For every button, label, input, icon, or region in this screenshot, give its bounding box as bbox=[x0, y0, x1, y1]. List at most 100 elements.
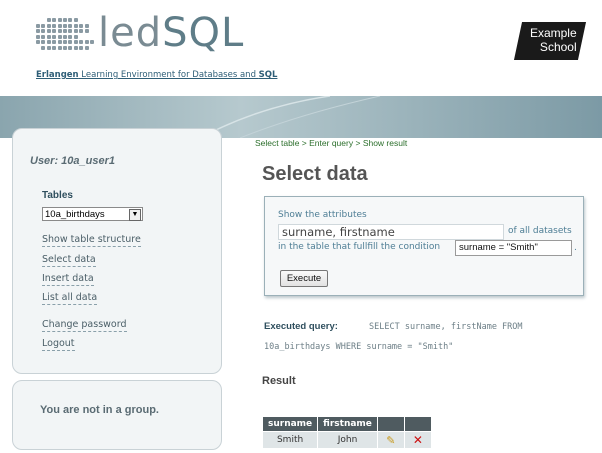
column-header: surname bbox=[261, 416, 319, 432]
column-header-delete bbox=[403, 416, 432, 432]
tagline-sql: SQL bbox=[258, 70, 278, 80]
sidebar-item-select-data[interactable]: Select data bbox=[42, 254, 96, 267]
logo-dot bbox=[52, 34, 57, 39]
delete-x-icon[interactable]: ✕ bbox=[413, 433, 423, 447]
logo: ledSQL bbox=[98, 10, 244, 56]
table-select[interactable]: 10a_birthdays ▼ bbox=[42, 207, 143, 221]
logo-dot bbox=[46, 23, 51, 28]
logo-dot bbox=[57, 23, 62, 28]
result-heading: Result bbox=[262, 375, 296, 387]
sidebar-item-insert-data[interactable]: Insert data bbox=[42, 273, 94, 286]
logo-dot bbox=[52, 29, 57, 34]
result-table: surname firstname Smith John ✎ ✕ bbox=[261, 416, 432, 449]
logo-dot bbox=[73, 34, 78, 39]
page-title: Select data bbox=[262, 163, 368, 185]
logo-dot bbox=[57, 40, 62, 45]
logo-dot bbox=[46, 46, 51, 50]
logo-dot bbox=[63, 40, 67, 45]
logo-grid-icon bbox=[36, 18, 94, 52]
school-line2: School bbox=[539, 40, 577, 54]
logo-dot bbox=[41, 23, 46, 28]
logo-dot bbox=[68, 23, 73, 28]
executed-query-line2: 10a_birthdays WHERE surname = "Smith" bbox=[264, 342, 454, 352]
logo-dot bbox=[36, 34, 40, 39]
logo-dot bbox=[41, 40, 46, 45]
of-all-datasets-label: of all datasets bbox=[508, 226, 572, 236]
execute-button[interactable]: Execute bbox=[280, 270, 328, 287]
logo-dot bbox=[90, 40, 94, 45]
logo-dot bbox=[46, 40, 51, 45]
logo-dot bbox=[36, 23, 40, 28]
breadcrumb-separator: > bbox=[301, 138, 307, 148]
logo-dot bbox=[52, 40, 57, 45]
breadcrumb-step-enter-query[interactable]: Enter query bbox=[309, 138, 353, 148]
attributes-input[interactable]: surname, firstname bbox=[278, 224, 504, 240]
logo-dot bbox=[41, 29, 46, 34]
breadcrumb-separator: > bbox=[355, 138, 361, 148]
logo-dot bbox=[84, 29, 89, 34]
pencil-icon[interactable]: ✎ bbox=[386, 434, 395, 447]
logo-dot bbox=[52, 23, 57, 28]
chevron-down-icon[interactable]: ▼ bbox=[129, 209, 141, 221]
cell-firstname: John bbox=[317, 431, 378, 449]
logo-dot bbox=[52, 46, 57, 50]
logo-dot bbox=[73, 18, 78, 22]
table-header-row: surname firstname bbox=[261, 416, 432, 432]
logo-dot bbox=[63, 23, 67, 28]
delete-cell: ✕ bbox=[403, 431, 432, 449]
logo-dot bbox=[84, 46, 89, 50]
sidebar-item-show-structure[interactable]: Show table structure bbox=[42, 234, 141, 247]
logo-dot bbox=[41, 34, 46, 39]
logo-dot bbox=[46, 34, 51, 39]
logo-dot bbox=[36, 29, 40, 34]
logo-dot bbox=[84, 40, 89, 45]
logo-dot bbox=[36, 40, 40, 45]
logo-dot bbox=[79, 46, 84, 50]
school-badge: Example School bbox=[513, 22, 587, 60]
breadcrumb-step-show-result[interactable]: Show result bbox=[363, 138, 407, 148]
condition-end: . bbox=[574, 243, 577, 253]
show-attributes-label: Show the attributes bbox=[278, 210, 367, 220]
logo-dot bbox=[84, 23, 89, 28]
logo-dot bbox=[79, 29, 84, 34]
logo-dot bbox=[63, 18, 67, 22]
header: ledSQL Erlangen Learning Environment for… bbox=[0, 0, 602, 96]
tables-label: Tables bbox=[42, 190, 73, 201]
group-status: You are not in a group. bbox=[40, 404, 159, 416]
logo-dot bbox=[79, 23, 84, 28]
table-row: Smith John ✎ ✕ bbox=[261, 431, 432, 449]
tagline-erlangen: Erlangen bbox=[36, 70, 79, 80]
column-header-edit bbox=[376, 416, 405, 432]
logo-dot bbox=[73, 23, 78, 28]
breadcrumb-step-select-table[interactable]: Select table bbox=[255, 138, 299, 148]
executed-query-label: Executed query: bbox=[264, 321, 338, 332]
logo-dot bbox=[57, 46, 62, 50]
logo-dot bbox=[73, 46, 78, 50]
logo-dot bbox=[57, 18, 62, 22]
breadcrumb: Select table > Enter query > Show result bbox=[255, 138, 407, 148]
logo-dot bbox=[68, 18, 73, 22]
logo-dot bbox=[63, 29, 67, 34]
logo-sql: SQL bbox=[162, 10, 245, 56]
logo-led: led bbox=[98, 10, 163, 56]
sidebar-item-list-all-data[interactable]: List all data bbox=[42, 292, 98, 305]
logo-dot bbox=[63, 34, 67, 39]
table-select-value: 10a_birthdays bbox=[45, 209, 105, 220]
logo-dot bbox=[46, 18, 51, 22]
sidebar-item-logout[interactable]: Logout bbox=[42, 338, 75, 351]
cell-surname: Smith bbox=[261, 431, 319, 449]
logo-dot bbox=[57, 29, 62, 34]
column-header: firstname bbox=[317, 416, 378, 432]
logo-dot bbox=[73, 40, 78, 45]
condition-label: in the table that fullfill the condition bbox=[278, 242, 441, 252]
executed-query-line1: SELECT surname, firstName FROM bbox=[369, 322, 523, 332]
logo-dot bbox=[57, 34, 62, 39]
condition-input[interactable]: surname = "Smith" bbox=[455, 240, 572, 256]
logo-dot bbox=[63, 46, 67, 50]
logo-dot bbox=[68, 34, 73, 39]
logo-dot bbox=[68, 40, 73, 45]
logo-dot bbox=[68, 46, 73, 50]
sidebar-item-change-password[interactable]: Change password bbox=[42, 319, 127, 332]
tagline-middle: Learning Environment for Databases and bbox=[78, 70, 259, 80]
school-line1: Example bbox=[529, 26, 577, 40]
